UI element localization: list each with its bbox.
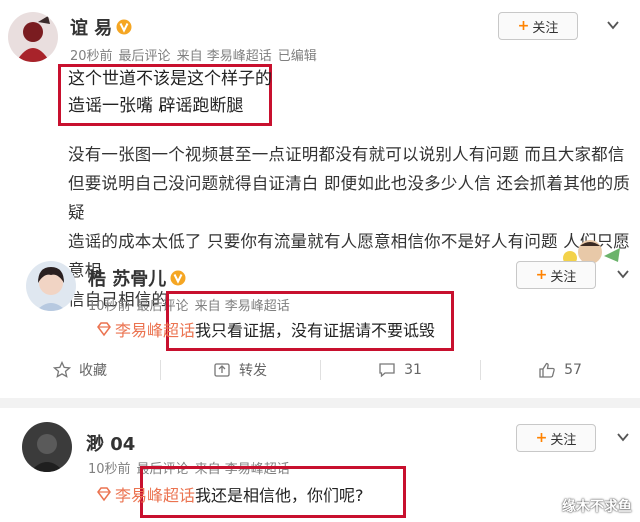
divider xyxy=(0,398,640,408)
follow-button[interactable]: + 关注 xyxy=(516,261,596,289)
post-1: 谊 易 20秒前 最后评论 来自 李易峰超话 已编辑 + 关注 这个世道不该是这个样子的… xyxy=(0,0,640,309)
star-icon xyxy=(53,361,71,378)
comment-count: 31 xyxy=(404,362,422,378)
diamond-icon xyxy=(97,487,111,502)
verified-icon xyxy=(116,19,132,35)
chevron-down-icon[interactable] xyxy=(616,267,630,281)
repost-button[interactable]: 转发 xyxy=(160,348,320,392)
topic-label: 李易峰超话 xyxy=(115,321,196,340)
meta-label: 最后评论 xyxy=(118,49,171,64)
post-content: 李易峰超话 我还是相信他，你们呢? xyxy=(96,482,364,506)
repost-label: 转发 xyxy=(239,363,267,379)
highlight-line: 造谣一张嘴 辟谣跑断腿 xyxy=(68,96,244,116)
follow-button[interactable]: + 关注 xyxy=(498,12,578,40)
comment-text: 我只看证据，没有证据请不要诋毁 xyxy=(195,321,436,340)
source-link[interactable]: 来自 李易峰超话 xyxy=(177,49,272,64)
collect-label: 收藏 xyxy=(79,363,107,379)
body-line: 没有一张图一个视频甚至一点证明都没有就可以说别人有问题 而且大家都信 xyxy=(68,145,625,164)
topic-link[interactable]: 李易峰超话 xyxy=(96,317,195,341)
highlight-line: 这个世道不该是这个样子的 xyxy=(68,69,272,89)
timestamp: 20秒前 xyxy=(70,49,113,64)
collect-button[interactable]: 收藏 xyxy=(0,348,160,392)
follow-label: 关注 xyxy=(550,432,577,448)
timestamp: 10秒前 xyxy=(88,462,131,477)
timestamp: 10秒前 xyxy=(88,299,131,314)
comment-text: 我还是相信他，你们呢? xyxy=(195,486,364,505)
comment-icon xyxy=(379,363,395,378)
diamond-icon xyxy=(97,322,111,337)
chevron-down-icon[interactable] xyxy=(606,18,620,32)
action-bar: 收藏 转发 31 57 xyxy=(0,348,640,392)
username-text[interactable]: 渺 04 xyxy=(86,430,135,456)
username[interactable]: 梏 苏骨儿 xyxy=(88,265,186,291)
verified-icon xyxy=(170,270,186,286)
like-count: 57 xyxy=(564,362,582,378)
thumbs-up-icon xyxy=(539,362,555,378)
plus-icon: + xyxy=(517,18,530,34)
highlight-text: 这个世道不该是这个样子的 造谣一张嘴 辟谣跑断腿 xyxy=(68,66,272,120)
topic-link[interactable]: 李易峰超话 xyxy=(96,482,195,506)
post-content: 李易峰超话 我只看证据，没有证据请不要诋毁 xyxy=(96,317,435,341)
follow-button[interactable]: + 关注 xyxy=(516,424,596,452)
post-2: 梏 苏骨儿 10秒前 最后评论 来自 李易峰超话 + 关注 李易峰超话 我只看证据，没… xyxy=(0,255,640,355)
body-line: 但要说明自己没问题就得自证清白 即便如此也没多少人信 还会抓着其他的质疑 xyxy=(68,174,630,222)
plus-icon: + xyxy=(535,430,548,446)
watermark: 缘木不求鱼 xyxy=(562,499,632,515)
comment-button[interactable]: 31 xyxy=(320,348,480,392)
avatar[interactable] xyxy=(26,261,76,311)
edited-label: 已编辑 xyxy=(277,49,317,64)
username-text[interactable]: 梏 苏骨儿 xyxy=(88,265,166,291)
username[interactable]: 渺 04 xyxy=(86,430,135,456)
follow-label: 关注 xyxy=(550,269,577,285)
username[interactable]: 谊 易 xyxy=(70,14,132,40)
username-text[interactable]: 谊 易 xyxy=(70,14,112,40)
post-meta: 20秒前 最后评论 来自 李易峰超话 已编辑 xyxy=(70,45,323,64)
post-3: 渺 04 10秒前 最后评论 来自 李易峰超话 + 关注 李易峰超话 我还是相信他，你… xyxy=(0,408,640,522)
avatar[interactable] xyxy=(8,12,58,62)
like-button[interactable]: 57 xyxy=(480,348,640,392)
plus-icon: + xyxy=(535,267,548,283)
follow-label: 关注 xyxy=(532,20,559,36)
topic-label: 李易峰超话 xyxy=(115,486,196,505)
repost-icon xyxy=(214,363,230,377)
chevron-down-icon[interactable] xyxy=(616,430,630,444)
avatar[interactable] xyxy=(22,422,72,472)
